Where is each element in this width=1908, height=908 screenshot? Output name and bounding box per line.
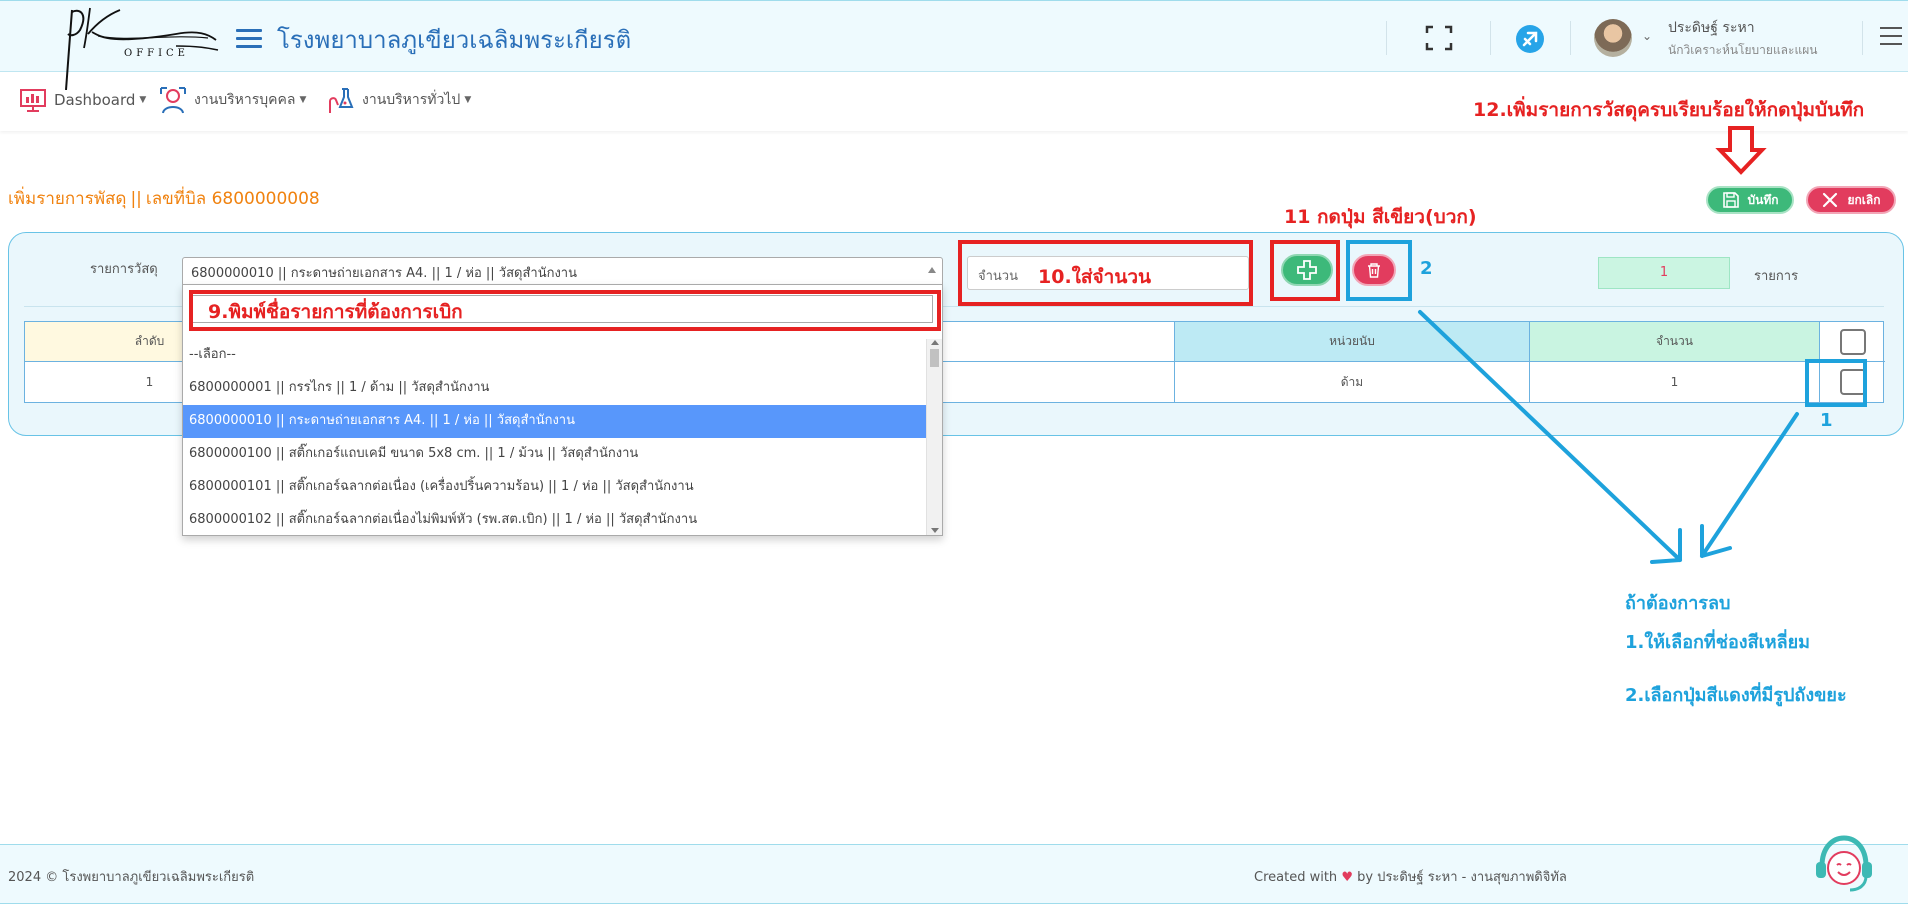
hospital-title: โรงพยาบาลภูเขียวเฉลิมพระเกียรติ [277,26,632,54]
menu-icon[interactable] [1880,27,1902,47]
table-cell-qty: 1 [1530,362,1820,402]
annotation-step9: 9.พิมพ์ชื่อรายการที่ต้องการเบิก [208,301,463,323]
menu-hr-label: งานบริหารบุคคล [194,92,296,108]
select-arrow-icon [928,267,936,273]
cancel-button[interactable]: ยกเลิก [1806,186,1896,214]
footer-copyright: 2024 © โรงพยาบาลภูเขียวเฉลิมพระเกียรติ [8,870,255,885]
save-button[interactable]: บันทึก [1706,186,1794,214]
navbar-divider [1862,21,1863,55]
dropdown-option[interactable]: --เลือก-- [183,339,926,372]
dropdown-option[interactable]: 6800000001 || กรรไกร || 1 / ด้าม || วัสด… [183,372,926,405]
dropdown-option-selected[interactable]: 6800000010 || กระดาษถ่ายเอกสาร A4. || 1 … [183,405,926,438]
col-header-unit: หน่วยนับ [1175,322,1530,362]
annotation-step11: 11 กดปุ่ม สีเขียว(บวก) [1284,206,1477,228]
user-role: นักวิเคราะห์นโยบายและแผน [1668,43,1818,57]
avatar[interactable] [1594,19,1632,57]
footer-credit-suffix: by ประดิษฐ์ ระหา - งานสุขภาพดิจิทัล [1357,870,1567,885]
title-separator: || [130,189,142,209]
menu-general[interactable]: งานบริหารทั่วไป ▼ [326,85,471,115]
chevron-down-icon[interactable]: ⌄ [1642,29,1652,43]
top-navbar: โรงพยาบาลภูเขียวเฉลิมพระเกียรติ ⌄ ประดิษ… [0,0,1908,72]
menu-general-label: งานบริหารทั่วไป [362,92,461,108]
support-agent-icon[interactable] [1808,830,1880,896]
caret-down-icon: ▼ [299,95,307,105]
annotation-step12: 12.เพิ่มรายการวัสดุครบเรียบร้อยให้กดปุ่ม… [1473,99,1865,121]
item-count-unit: รายการ [1754,269,1799,284]
col-header-qty: จำนวน [1530,322,1820,362]
red-down-arrow [1715,126,1767,175]
scroll-down-icon[interactable] [931,528,939,533]
scroll-up-icon[interactable] [931,340,939,345]
bill-number: เลขที่บิล 6800000008 [145,189,320,209]
caret-down-icon: ▼ [139,95,147,105]
svg-text:OFFICE: OFFICE [124,48,189,59]
item-select[interactable]: 6800000010 || กระดาษถ่ายเอกสาร A4. || 1 … [182,257,943,285]
annotation-step10: 10.ใส่จำนวน [1038,266,1151,288]
sidebar-toggle-icon[interactable] [236,29,262,49]
footer-credit: Created with ♥ by ประดิษฐ์ ระหา - งานสุข… [1254,866,1567,887]
dropdown-scrollbar[interactable] [926,339,942,535]
footer-credit-prefix: Created with [1254,870,1338,885]
annotation-box-delete [1346,240,1412,301]
navbar-divider [1386,21,1387,55]
annotation-num2: 2 [1420,258,1433,279]
page-title: เพิ่มรายการพัสดุ || เลขที่บิล 6800000008 [8,185,320,212]
scrollbar-thumb[interactable] [930,349,939,367]
heart-icon: ♥ [1341,870,1353,885]
dropdown-option[interactable]: 6800000100 || สติ๊กเกอร์แถบเคมี ขนาด 5x8… [183,438,926,471]
dropdown-option[interactable]: 6800000101 || สติ๊กเกอร์ฉลากต่อเนื่อง (เ… [183,471,926,504]
select-all-checkbox[interactable] [1839,328,1866,355]
pk-office-logo[interactable]: OFFICE [58,4,220,90]
navbar-divider [1490,21,1491,55]
dropdown-options-list: --เลือก-- 6800000001 || กรรไกร || 1 / ด้… [183,339,926,535]
fullscreen-icon[interactable] [1425,25,1453,51]
page-title-text: เพิ่มรายการพัสดุ [8,189,127,209]
navbar-divider [1570,21,1571,55]
floppy-disk-icon [1722,192,1739,208]
cancel-button-label: ยกเลิก [1847,192,1881,207]
item-count-display: 1 [1598,257,1730,289]
footer: 2024 © โรงพยาบาลภูเขียวเฉลิมพระเกียรติ C… [0,844,1908,904]
hand-flask-icon [329,88,354,113]
caret-down-icon: ▼ [464,95,472,105]
item-label: รายการวัสดุ [90,262,158,277]
annotation-delete-title: ถ้าต้องการลบ [1625,593,1731,614]
dropdown-option[interactable]: 6800000102 || สติ๊กเกอร์ฉลากต่อเนื่องไม่… [183,504,926,535]
annotation-box-step11 [1270,240,1340,301]
menu-dashboard-label: Dashboard [54,91,136,109]
annotation-delete-step2: 2.เลือกปุ่มสีแดงที่มีรูปถังขยะ [1625,685,1847,706]
annotation-num1: 1 [1820,410,1833,431]
item-select-value: 6800000010 || กระดาษถ่ายเอกสาร A4. || 1 … [191,266,577,281]
col-header-select [1820,322,1885,362]
user-name: ประดิษฐ์ ระหา [1668,20,1755,36]
table-cell-unit: ด้าม [1175,362,1530,402]
dashboard-monitor-icon [20,89,46,112]
close-icon [1823,192,1838,208]
save-button-label: บันทึก [1747,192,1779,207]
annotation-delete-step1: 1.ให้เลือกที่ช่องสีเหลี่ยม [1625,632,1811,653]
plane-icon[interactable] [1516,25,1544,53]
annotation-box-checkbox [1805,359,1867,407]
